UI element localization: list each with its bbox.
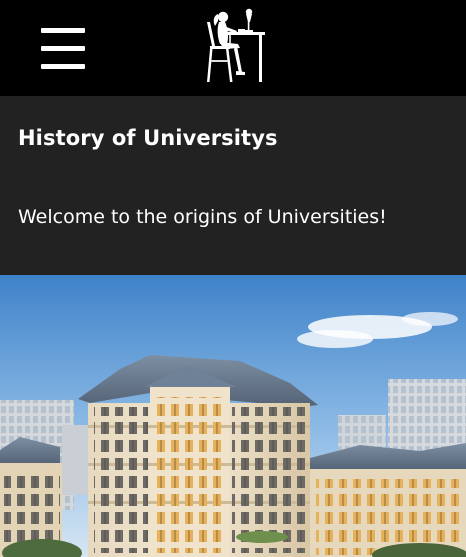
university-building-image <box>0 275 466 557</box>
menu-bar-bottom <box>41 64 85 69</box>
hero-text-panel <box>0 96 466 275</box>
menu-button[interactable] <box>38 26 88 74</box>
welcome-text: Welcome to the origins of Universities! <box>18 206 387 228</box>
menu-bar-top <box>41 28 85 33</box>
page-title: History of Universitys <box>18 126 278 150</box>
menu-bar-middle <box>41 46 85 51</box>
top-bar <box>0 0 466 96</box>
logo-woman-studying-icon[interactable] <box>193 4 267 84</box>
